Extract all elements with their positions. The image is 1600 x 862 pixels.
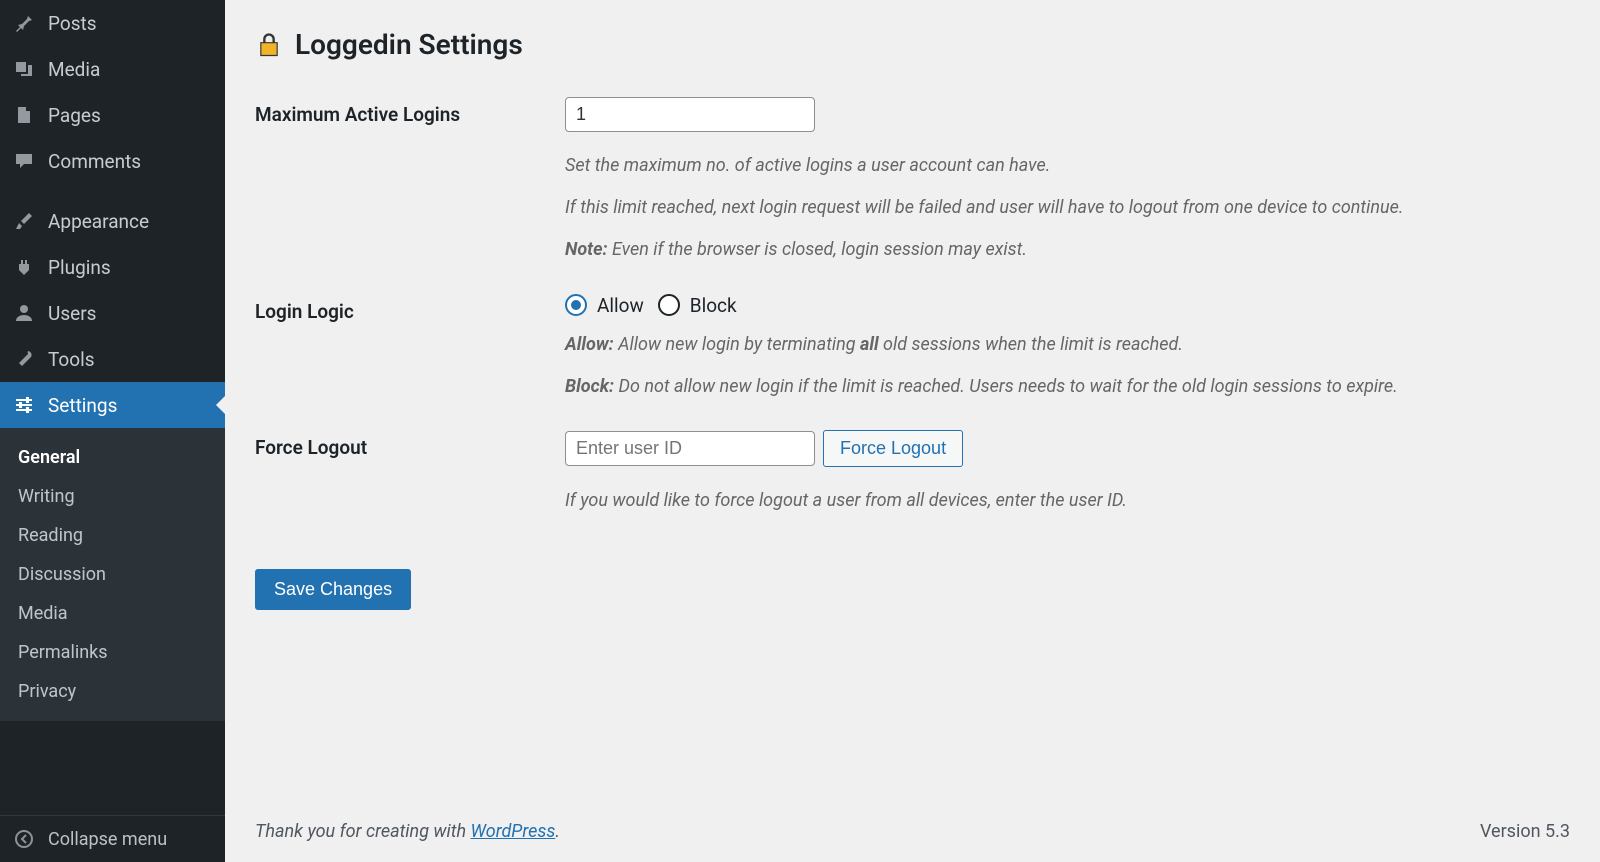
submenu-item-general[interactable]: General (0, 438, 225, 477)
max-logins-note: Note: Even if the browser is closed, log… (565, 236, 1570, 264)
sidebar-item-plugins[interactable]: Plugins (0, 244, 225, 290)
save-changes-button[interactable]: Save Changes (255, 569, 411, 610)
row-login-logic: Login Logic Allow Block Allow: Allow new… (255, 294, 1570, 401)
submenu-item-reading[interactable]: Reading (0, 516, 225, 555)
sidebar-item-label: Pages (48, 104, 101, 127)
force-logout-button[interactable]: Force Logout (823, 430, 963, 467)
submenu-item-discussion[interactable]: Discussion (0, 555, 225, 594)
collapse-menu-label: Collapse menu (48, 829, 167, 850)
collapse-menu-button[interactable]: Collapse menu (0, 815, 225, 862)
max-logins-desc2: If this limit reached, next login reques… (565, 194, 1570, 222)
note-label: Note: (565, 239, 608, 260)
wrench-icon (12, 347, 36, 371)
footer-thanks: Thank you for creating with WordPress. (255, 821, 560, 842)
sidebar-item-users[interactable]: Users (0, 290, 225, 336)
sidebar-item-label: Posts (48, 12, 97, 35)
sidebar-item-media[interactable]: Media (0, 46, 225, 92)
footer-version: Version 5.3 (1480, 821, 1570, 842)
settings-submenu: General Writing Reading Discussion Media… (0, 428, 225, 721)
submenu-item-media[interactable]: Media (0, 594, 225, 633)
sidebar-item-label: Appearance (48, 210, 149, 233)
sidebar-item-label: Media (48, 58, 100, 81)
radio-block-label: Block (690, 294, 737, 317)
sidebar-item-appearance[interactable]: Appearance (0, 198, 225, 244)
sidebar-item-label: Comments (48, 150, 141, 173)
wordpress-link[interactable]: WordPress (471, 821, 556, 842)
force-logout-input[interactable] (565, 431, 815, 466)
sidebar-item-pages[interactable]: Pages (0, 92, 225, 138)
page-title: Loggedin Settings (255, 28, 1570, 61)
radio-allow[interactable] (565, 294, 587, 316)
admin-footer: Thank you for creating with WordPress. V… (225, 801, 1600, 862)
login-logic-allow-desc: Allow: Allow new login by terminating al… (565, 331, 1570, 359)
main-content: Loggedin Settings Maximum Active Logins … (225, 0, 1600, 862)
label-max-logins: Maximum Active Logins (255, 97, 565, 126)
brush-icon (12, 209, 36, 233)
sidebar-item-label: Settings (48, 394, 117, 417)
row-max-logins: Maximum Active Logins Set the maximum no… (255, 97, 1570, 264)
radio-allow-label: Allow (597, 294, 644, 317)
sidebar-item-label: Users (48, 302, 96, 325)
collapse-icon (12, 827, 36, 851)
sidebar-item-comments[interactable]: Comments (0, 138, 225, 184)
plug-icon (12, 255, 36, 279)
user-icon (12, 301, 36, 325)
allow-strong: Allow: (565, 334, 614, 355)
media-icon (12, 57, 36, 81)
pin-icon (12, 11, 36, 35)
max-logins-desc1: Set the maximum no. of active logins a u… (565, 152, 1570, 180)
block-strong: Block: (565, 376, 614, 397)
sidebar-item-settings[interactable]: Settings (0, 382, 225, 428)
sidebar-item-label: Plugins (48, 256, 111, 279)
comments-icon (12, 149, 36, 173)
label-force-logout: Force Logout (255, 430, 565, 459)
pages-icon (12, 103, 36, 127)
login-logic-block-desc: Block: Do not allow new login if the lim… (565, 373, 1570, 401)
note-text: Even if the browser is closed, login ses… (608, 239, 1027, 260)
label-login-logic: Login Logic (255, 294, 565, 323)
max-logins-input[interactable] (565, 97, 815, 132)
page-title-text: Loggedin Settings (295, 28, 523, 61)
submenu-item-permalinks[interactable]: Permalinks (0, 633, 225, 672)
sidebar-item-tools[interactable]: Tools (0, 336, 225, 382)
admin-sidebar: Posts Media Pages Comments Appearance Pl… (0, 0, 225, 862)
row-force-logout: Force Logout Force Logout If you would l… (255, 430, 1570, 515)
sidebar-item-posts[interactable]: Posts (0, 0, 225, 46)
radio-block[interactable] (658, 294, 680, 316)
force-logout-desc: If you would like to force logout a user… (565, 487, 1570, 515)
sliders-icon (12, 393, 36, 417)
login-logic-radios: Allow Block (565, 294, 1570, 317)
submenu-item-writing[interactable]: Writing (0, 477, 225, 516)
submenu-item-privacy[interactable]: Privacy (0, 672, 225, 711)
sidebar-item-label: Tools (48, 348, 95, 371)
menu-separator (0, 184, 225, 198)
lock-icon (255, 31, 283, 59)
